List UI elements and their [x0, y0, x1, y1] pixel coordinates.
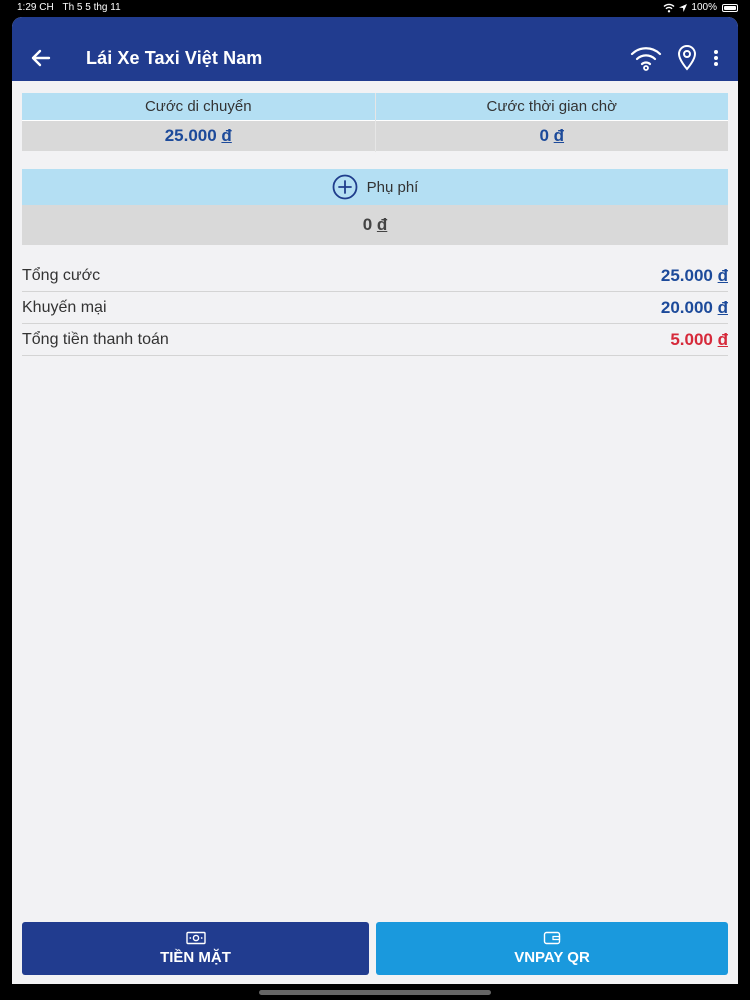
more-vert-icon[interactable]	[707, 44, 725, 72]
summary-amount: 20.000	[660, 297, 713, 317]
wait-fare-column: Cước thời gian chờ 0 đ	[374, 93, 728, 152]
cash-payment-button[interactable]: TIỀN MẶT	[22, 922, 369, 975]
surcharge-label: Phụ phí	[366, 178, 419, 196]
currency-symbol: đ	[221, 126, 232, 145]
currency-symbol: đ	[717, 265, 728, 285]
status-time: 1:29 CH	[17, 2, 54, 13]
fare-summary: Tổng cước 25.000 đ Khuyến mại 20.000 đ T…	[22, 260, 728, 356]
surcharge-panel: Phụ phí 0 đ	[22, 169, 728, 246]
travel-fare-amount: 25.000	[164, 126, 217, 145]
status-bar: 1:29 CH Th 5 5 thg 11 100%	[0, 0, 750, 16]
travel-fare-value: 25.000 đ	[22, 121, 375, 151]
status-left: 1:29 CH Th 5 5 thg 11	[17, 0, 121, 16]
currency-symbol: đ	[376, 215, 388, 234]
add-circle-icon	[332, 174, 358, 200]
location-pin-icon[interactable]	[676, 44, 698, 72]
battery-fill	[724, 6, 736, 10]
summary-label: Tổng tiền thanh toán	[22, 330, 169, 348]
wait-fare-label: Cước thời gian chờ	[375, 93, 728, 121]
status-right: 100%	[663, 0, 738, 16]
fare-grid: Cước di chuyển 25.000 đ Cước thời gian c…	[22, 93, 728, 152]
currency-symbol: đ	[717, 297, 728, 317]
battery-icon	[722, 4, 738, 12]
summary-label: Tổng cước	[22, 266, 101, 284]
travel-fare-label: Cước di chuyển	[22, 93, 375, 121]
app-bar: Lái Xe Taxi Việt Nam	[12, 17, 738, 81]
home-indicator[interactable]	[259, 990, 491, 995]
page-title: Lái Xe Taxi Việt Nam	[86, 48, 263, 68]
status-date: Th 5 5 thg 11	[62, 2, 121, 13]
vnpay-qr-label: VNPAY QR	[514, 949, 590, 966]
wallet-icon	[543, 931, 561, 945]
surcharge-amount: 0	[362, 215, 373, 234]
add-surcharge-button[interactable]: Phụ phí	[22, 169, 728, 205]
wifi-signal-icon	[663, 3, 675, 13]
summary-value: 5.000 đ	[670, 330, 728, 350]
travel-fare-column: Cước di chuyển 25.000 đ	[22, 93, 375, 152]
currency-symbol: đ	[553, 126, 565, 145]
wait-fare-value: 0 đ	[375, 121, 728, 151]
surcharge-value: 0 đ	[22, 205, 728, 245]
back-arrow-icon[interactable]	[28, 45, 54, 71]
summary-row-total-fare: Tổng cước 25.000 đ	[22, 260, 728, 292]
summary-row-promotion: Khuyến mại 20.000 đ	[22, 292, 728, 324]
wait-fare-amount: 0	[539, 126, 549, 145]
vnpay-qr-button[interactable]: VNPAY QR	[376, 922, 728, 975]
summary-amount: 5.000	[670, 329, 713, 349]
cash-payment-label: TIỀN MẶT	[160, 949, 231, 966]
wifi-icon[interactable]	[629, 44, 663, 72]
payment-actions: TIỀN MẶT VNPAY QR	[22, 922, 728, 975]
location-arrow-icon	[679, 4, 688, 12]
summary-value: 25.000 đ	[661, 266, 728, 286]
battery-percent: 100%	[691, 2, 717, 13]
summary-label: Khuyến mại	[22, 298, 107, 316]
currency-symbol: đ	[717, 329, 728, 349]
app-window: Lái Xe Taxi Việt Nam Cước di chuyển 25.0…	[12, 17, 738, 984]
cash-icon	[185, 931, 206, 945]
summary-value: 20.000 đ	[661, 298, 728, 318]
summary-row-total-payment: Tổng tiền thanh toán 5.000 đ	[22, 324, 728, 356]
summary-amount: 25.000	[660, 265, 713, 285]
